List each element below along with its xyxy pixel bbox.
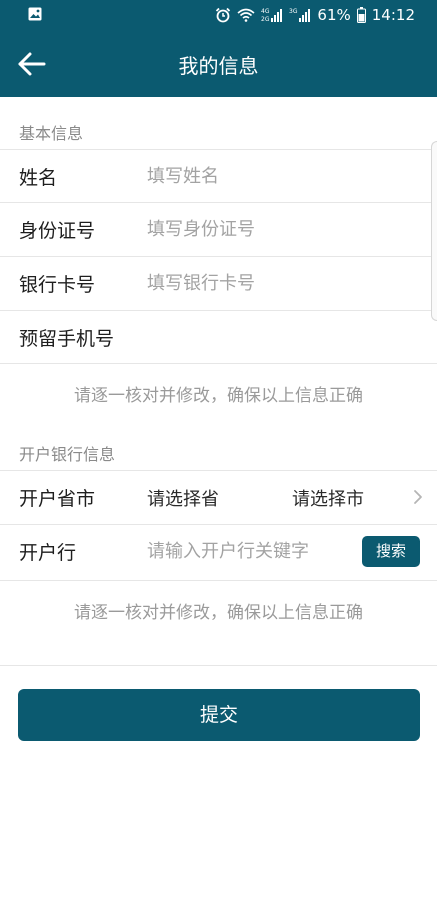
svg-text:2G: 2G	[261, 16, 270, 23]
name-input[interactable]	[147, 159, 417, 193]
id-number-row: 身份证号	[0, 202, 437, 255]
name-row: 姓名	[0, 149, 437, 202]
signal-3g-icon: 3G	[289, 8, 311, 22]
id-number-input[interactable]	[147, 212, 417, 246]
bank-card-row: 银行卡号	[0, 256, 437, 309]
search-button[interactable]: 搜索	[362, 536, 420, 567]
battery-percent: 61%	[317, 6, 351, 24]
basic-info-section-title: 基本信息	[19, 124, 84, 143]
svg-text:3G: 3G	[289, 8, 298, 15]
alarm-icon	[216, 7, 231, 23]
scroll-handle[interactable]	[431, 141, 437, 321]
reserved-phone-input[interactable]	[147, 320, 417, 354]
province-city-label: 开户省市	[19, 488, 96, 510]
province-select[interactable]: 请选择省	[147, 485, 219, 511]
signal-4g-icon: 4G 2G	[261, 8, 283, 23]
basic-info-notice: 请逐一核对并修改，确保以上信息正确	[74, 386, 363, 406]
divider	[0, 363, 437, 364]
svg-text:4G: 4G	[261, 8, 270, 15]
wifi-icon	[237, 8, 255, 22]
image-icon	[28, 7, 42, 21]
page-title: 我的信息	[178, 54, 259, 78]
submit-button[interactable]: 提交	[18, 689, 420, 741]
chevron-right-icon[interactable]	[413, 488, 423, 506]
app-header: 4G 2G 3G 61% 14:12 我的信息	[0, 0, 437, 97]
status-icons: 4G 2G 3G 61% 14:12	[215, 5, 415, 25]
reserved-phone-row: 预留手机号	[0, 310, 437, 363]
bank-card-input[interactable]	[147, 266, 417, 300]
status-bar: 4G 2G 3G 61% 14:12	[0, 0, 437, 30]
divider	[0, 665, 437, 666]
province-city-row: 开户省市 请选择省 请选择市	[0, 470, 437, 523]
bank-branch-label: 开户行	[19, 542, 77, 564]
bank-branch-input[interactable]	[147, 534, 352, 568]
battery-icon	[356, 7, 366, 23]
nav-bar: 我的信息	[0, 30, 437, 97]
id-number-label: 身份证号	[19, 220, 96, 242]
divider	[0, 580, 437, 581]
name-label: 姓名	[19, 167, 58, 189]
bank-info-section-title: 开户银行信息	[19, 445, 116, 464]
bank-card-label: 银行卡号	[19, 274, 96, 296]
bank-info-notice: 请逐一核对并修改，确保以上信息正确	[74, 603, 363, 623]
reserved-phone-label: 预留手机号	[19, 328, 115, 350]
bank-branch-row: 开户行 搜索	[0, 524, 437, 580]
clock: 14:12	[371, 6, 415, 24]
city-select[interactable]: 请选择市	[292, 485, 364, 511]
